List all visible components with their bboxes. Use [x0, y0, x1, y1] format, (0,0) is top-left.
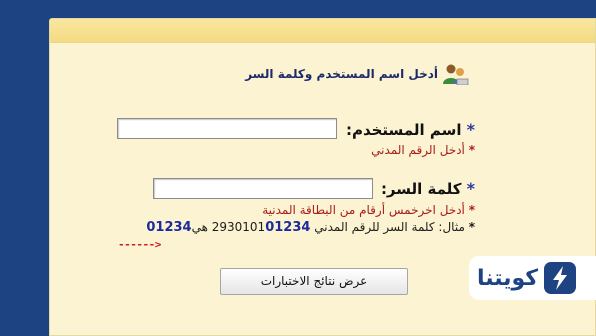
arrow-pointer: ------> — [118, 238, 161, 251]
password-input[interactable] — [153, 178, 373, 199]
username-row: * اسم المستخدم: — [345, 120, 475, 139]
password-label: كلمة السر: — [380, 180, 462, 198]
password-hint-row: * أدخل اخرخمس أرقام من البطاقة المدنية — [200, 203, 475, 217]
password-example: * مثال: كلمة السر للرقم المدني 293010101… — [110, 220, 475, 235]
panel-header-bar — [50, 19, 595, 43]
password-hint: أدخل اخرخمس أرقام من البطاقة المدنية — [262, 203, 465, 217]
required-marker: * — [466, 120, 475, 139]
example-text: مثال: كلمة السر للرقم المدني 2930101 — [211, 220, 465, 234]
show-results-button[interactable]: عرض نتائج الاختبارات — [220, 268, 408, 295]
example-civil-id-suffix: 01234 — [265, 220, 311, 235]
username-hint: أدخل الرقم المدني — [371, 143, 465, 157]
example-password: 01234 — [146, 220, 192, 235]
example-marker: * — [468, 220, 475, 234]
login-heading: أدخل اسم المستخدم وكلمة السر — [170, 63, 470, 86]
username-input[interactable] — [117, 118, 337, 139]
username-label: اسم المستخدم: — [345, 121, 462, 139]
logo-text: كويتنا — [477, 265, 539, 291]
login-heading-text: أدخل اسم المستخدم وكلمة السر — [245, 67, 438, 81]
username-hint-row: * أدخل الرقم المدني — [300, 143, 475, 157]
example-mid-text: هي — [191, 220, 212, 234]
users-icon — [440, 63, 470, 86]
password-row: * كلمة السر: — [375, 179, 475, 198]
kuwaitna-logo: كويتنا — [469, 256, 596, 300]
required-marker: * — [468, 203, 475, 217]
required-marker: * — [468, 143, 475, 157]
lightning-bolt-icon — [544, 262, 577, 294]
required-marker: * — [466, 179, 475, 198]
